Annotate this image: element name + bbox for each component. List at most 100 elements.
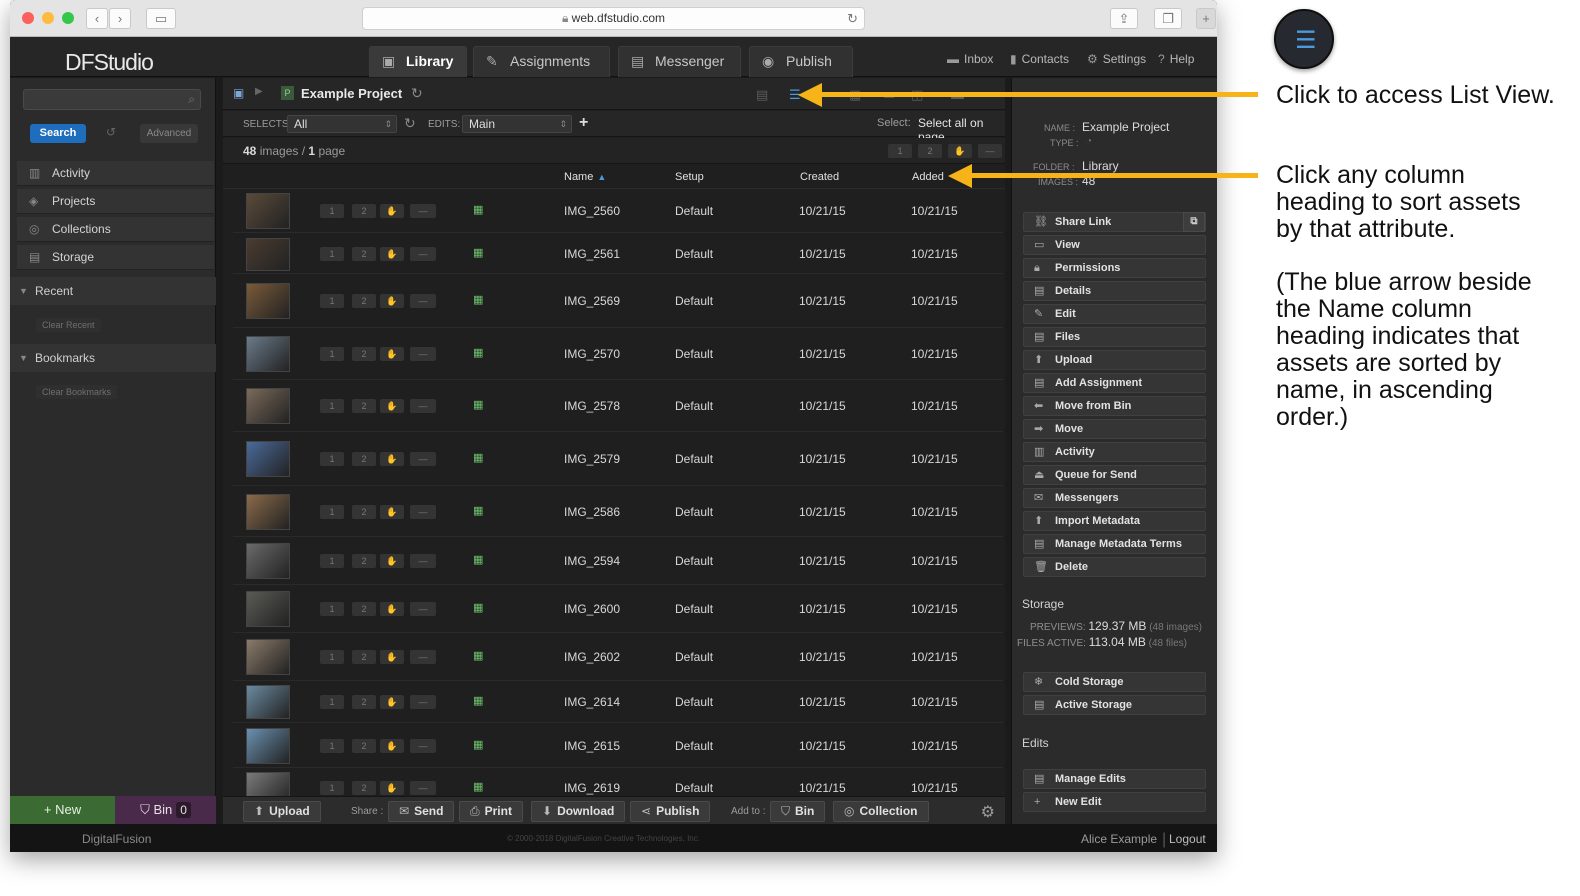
upload-button[interactable]: ⬆ Upload: [1023, 350, 1206, 370]
select-1-button[interactable]: 1: [320, 602, 344, 616]
select-1-button[interactable]: 1: [320, 650, 344, 664]
reject-button[interactable]: ✋: [380, 650, 404, 664]
recent-group[interactable]: ▼ Recent: [10, 277, 216, 305]
send-button[interactable]: ✉ Send: [388, 801, 455, 822]
bin-button[interactable]: ⛉ Bin 0: [115, 796, 216, 824]
bookmarks-group[interactable]: ▼ Bookmarks: [10, 344, 216, 372]
sidebar-item-projects[interactable]: ◈ Projects: [17, 189, 214, 214]
table-row[interactable]: 1 2 ✋ — ▦ IMG_2586 Default 10/21/15 10/21/15: [233, 486, 1003, 537]
gear-icon[interactable]: ⚙: [981, 802, 995, 822]
asset-thumbnail[interactable]: [246, 494, 290, 530]
asset-thumbnail[interactable]: [246, 441, 290, 477]
reload-icon[interactable]: ↻: [847, 8, 858, 29]
manage-metadata-terms-button[interactable]: ▤ Manage Metadata Terms: [1023, 534, 1206, 554]
clear-rating-button[interactable]: —: [410, 505, 436, 519]
zoom-window-button[interactable]: [62, 12, 74, 24]
clear-bookmarks-button[interactable]: Clear Bookmarks: [36, 385, 118, 399]
table-row[interactable]: 1 2 ✋ — ▦ IMG_2602 Default 10/21/15 10/21/15: [233, 633, 1003, 681]
contacts-link[interactable]: ▮ Contacts: [1010, 52, 1069, 66]
filter-clear[interactable]: —: [978, 144, 1002, 158]
files-button[interactable]: ▤ Files: [1023, 327, 1206, 347]
table-row[interactable]: 1 2 ✋ — ▦ IMG_2569 Default 10/21/15 10/21/15: [233, 274, 1003, 328]
select-2-button[interactable]: 2: [352, 781, 376, 795]
search-icon[interactable]: ⌕: [188, 92, 195, 107]
edits-dropdown[interactable]: Main ⇕: [462, 115, 572, 133]
asset-thumbnail[interactable]: [246, 591, 290, 627]
table-row[interactable]: 1 2 ✋ — ▦ IMG_2579 Default 10/21/15 10/21/15: [233, 432, 1003, 486]
table-row[interactable]: 1 2 ✋ — ▦ IMG_2570 Default 10/21/15 10/21/15: [233, 328, 1003, 380]
select-2-button[interactable]: 2: [352, 294, 376, 308]
view-button[interactable]: ▭ View: [1023, 235, 1206, 255]
delete-button[interactable]: 🗑︎ Delete: [1023, 557, 1206, 577]
select-1-button[interactable]: 1: [320, 554, 344, 568]
reject-button[interactable]: ✋: [380, 247, 404, 261]
reject-button[interactable]: ✋: [380, 452, 404, 466]
reject-button[interactable]: ✋: [380, 602, 404, 616]
copy-icon[interactable]: ⧉: [1183, 212, 1205, 232]
share-icon[interactable]: ⇪: [1110, 8, 1138, 29]
sidebar-item-collections[interactable]: ◎ Collections: [17, 217, 214, 242]
select-1-button[interactable]: 1: [320, 452, 344, 466]
clear-rating-button[interactable]: —: [410, 247, 436, 261]
column-header-setup[interactable]: Setup: [675, 171, 704, 183]
asset-thumbnail[interactable]: [246, 728, 290, 764]
select-1-button[interactable]: 1: [320, 294, 344, 308]
select-1-button[interactable]: 1: [320, 781, 344, 795]
select-2-button[interactable]: 2: [352, 650, 376, 664]
new-edit-button[interactable]: + New Edit: [1023, 792, 1206, 812]
select-2-button[interactable]: 2: [352, 554, 376, 568]
print-button[interactable]: ⎙ Print: [459, 801, 523, 822]
table-row[interactable]: 1 2 ✋ — ▦ IMG_2614 Default 10/21/15 10/21/15: [233, 681, 1003, 723]
refresh-icon[interactable]: ↻: [404, 115, 416, 132]
select-2-button[interactable]: 2: [352, 505, 376, 519]
help-link[interactable]: ? Help: [1158, 52, 1194, 66]
forward-arrow-icon[interactable]: ›: [109, 8, 131, 29]
table-row[interactable]: 1 2 ✋ — ▦ IMG_2561 Default 10/21/15 10/21/15: [233, 233, 1003, 274]
table-row[interactable]: 1 2 ✋ — ▦ IMG_2594 Default 10/21/15 10/21/15: [233, 537, 1003, 585]
table-row[interactable]: 1 2 ✋ — ▦ IMG_2578 Default 10/21/15 10/21/15: [233, 380, 1003, 432]
reject-button[interactable]: ✋: [380, 347, 404, 361]
select-1-button[interactable]: 1: [320, 204, 344, 218]
asset-thumbnail[interactable]: [246, 283, 290, 319]
clear-rating-button[interactable]: —: [410, 739, 436, 753]
select-2-button[interactable]: 2: [352, 739, 376, 753]
address-bar[interactable]: 🔒︎ web.dfstudio.com ↻: [362, 7, 865, 30]
tabs-icon[interactable]: ❐: [1154, 8, 1182, 29]
clear-rating-button[interactable]: —: [410, 554, 436, 568]
asset-thumbnail[interactable]: [246, 685, 290, 719]
select-1-button[interactable]: 1: [320, 505, 344, 519]
select-2-button[interactable]: 2: [352, 399, 376, 413]
download-button[interactable]: ⬇ Download: [531, 801, 626, 822]
app-logo[interactable]: DFStudio: [65, 49, 154, 76]
library-icon[interactable]: ▣: [233, 86, 244, 100]
manage-edits-button[interactable]: ▤ Manage Edits: [1023, 769, 1206, 789]
select-2-button[interactable]: 2: [352, 695, 376, 709]
messengers-button[interactable]: ✉ Messengers: [1023, 488, 1206, 508]
clear-recent-button[interactable]: Clear Recent: [36, 318, 101, 332]
asset-thumbnail[interactable]: [246, 193, 290, 229]
active-storage-button[interactable]: ▤ Active Storage: [1023, 695, 1206, 715]
reject-button[interactable]: ✋: [380, 695, 404, 709]
clear-rating-button[interactable]: —: [410, 650, 436, 664]
tab-library[interactable]: ▣ Library: [369, 46, 467, 77]
clear-rating-button[interactable]: —: [410, 294, 436, 308]
clear-rating-button[interactable]: —: [410, 695, 436, 709]
asset-thumbnail[interactable]: [246, 336, 290, 372]
add-to-collection-button[interactable]: ◎ Collection: [833, 801, 929, 822]
add-to-bin-button[interactable]: ⛉ Bin: [770, 801, 826, 822]
column-header-created[interactable]: Created: [800, 171, 839, 183]
select-2-button[interactable]: 2: [352, 247, 376, 261]
reject-button[interactable]: ✋: [380, 294, 404, 308]
select-1-button[interactable]: 1: [320, 247, 344, 261]
filter-select-1[interactable]: 1: [888, 144, 912, 158]
asset-thumbnail[interactable]: [246, 543, 290, 579]
reset-search-icon[interactable]: ↺: [106, 125, 116, 139]
clear-rating-button[interactable]: —: [410, 399, 436, 413]
search-input[interactable]: ⌕: [23, 89, 201, 110]
move-from-bin-button[interactable]: ⬅ Move from Bin: [1023, 396, 1206, 416]
folder-value[interactable]: Library: [1082, 159, 1119, 173]
new-button[interactable]: + New: [10, 796, 115, 824]
select-2-button[interactable]: 2: [352, 602, 376, 616]
table-row[interactable]: 1 2 ✋ — ▦ IMG_2600 Default 10/21/15 10/21/15: [233, 585, 1003, 633]
permissions-button[interactable]: 🔒︎ Permissions: [1023, 258, 1206, 278]
